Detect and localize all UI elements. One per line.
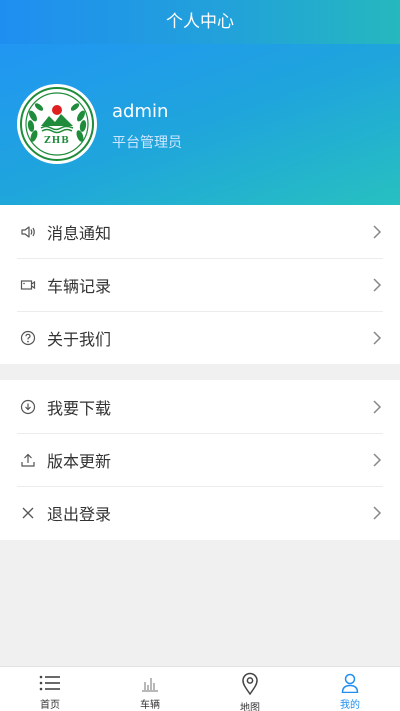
list-icon bbox=[39, 672, 61, 693]
bar-chart-icon bbox=[140, 672, 160, 693]
menu-item-label: 车辆记录 bbox=[47, 276, 112, 296]
download-icon bbox=[20, 399, 36, 415]
menu-group-2: 我要下载 版本更新 退出登录 bbox=[0, 380, 400, 540]
chevron-right-icon bbox=[372, 277, 382, 293]
menu-group-1: 消息通知 车辆记录 关于我们 bbox=[0, 205, 400, 364]
camera-icon bbox=[20, 277, 36, 293]
menu-item-label: 我要下载 bbox=[47, 398, 112, 418]
tab-map[interactable]: 地图 bbox=[200, 667, 300, 711]
menu-item-download[interactable]: 我要下载 bbox=[0, 380, 400, 433]
menu-item-label: 消息通知 bbox=[47, 223, 112, 243]
menu-item-label: 退出登录 bbox=[47, 504, 112, 524]
chevron-right-icon bbox=[372, 399, 382, 415]
tab-mine[interactable]: 我的 bbox=[300, 667, 400, 711]
logo-text: ZHB bbox=[44, 136, 70, 146]
tab-home[interactable]: 首页 bbox=[0, 667, 100, 711]
username: admin bbox=[112, 101, 169, 122]
chevron-right-icon bbox=[372, 330, 382, 346]
profile-header: ZHB admin 平台管理员 bbox=[0, 44, 400, 205]
menu-item-vehicle-records[interactable]: 车辆记录 bbox=[0, 258, 400, 311]
bottom-tab-bar: 首页 车辆 地图 我的 bbox=[0, 666, 400, 711]
user-icon bbox=[341, 672, 359, 693]
menu-item-about-us[interactable]: 关于我们 bbox=[0, 311, 400, 364]
chevron-right-icon bbox=[372, 224, 382, 240]
page-title: 个人中心 bbox=[0, 0, 400, 44]
menu-item-logout[interactable]: 退出登录 bbox=[0, 486, 400, 539]
menu-item-label: 版本更新 bbox=[47, 451, 112, 471]
menu-item-notifications[interactable]: 消息通知 bbox=[0, 205, 400, 258]
menu-item-label: 关于我们 bbox=[47, 329, 112, 349]
close-icon bbox=[20, 505, 36, 521]
tab-label: 我的 bbox=[340, 700, 360, 711]
menu-item-version-update[interactable]: 版本更新 bbox=[0, 433, 400, 486]
chevron-right-icon bbox=[372, 452, 382, 468]
avatar[interactable]: ZHB bbox=[17, 84, 97, 164]
tab-label: 车辆 bbox=[140, 700, 160, 711]
zhb-logo bbox=[20, 87, 94, 161]
question-icon bbox=[20, 330, 36, 346]
tab-vehicles[interactable]: 车辆 bbox=[100, 667, 200, 711]
tab-label: 首页 bbox=[40, 700, 60, 711]
user-role: 平台管理员 bbox=[112, 135, 182, 151]
speaker-icon bbox=[20, 224, 36, 240]
chevron-right-icon bbox=[372, 505, 382, 521]
upload-icon bbox=[20, 452, 36, 468]
map-pin-icon bbox=[241, 672, 259, 696]
tab-label: 地图 bbox=[240, 703, 260, 711]
